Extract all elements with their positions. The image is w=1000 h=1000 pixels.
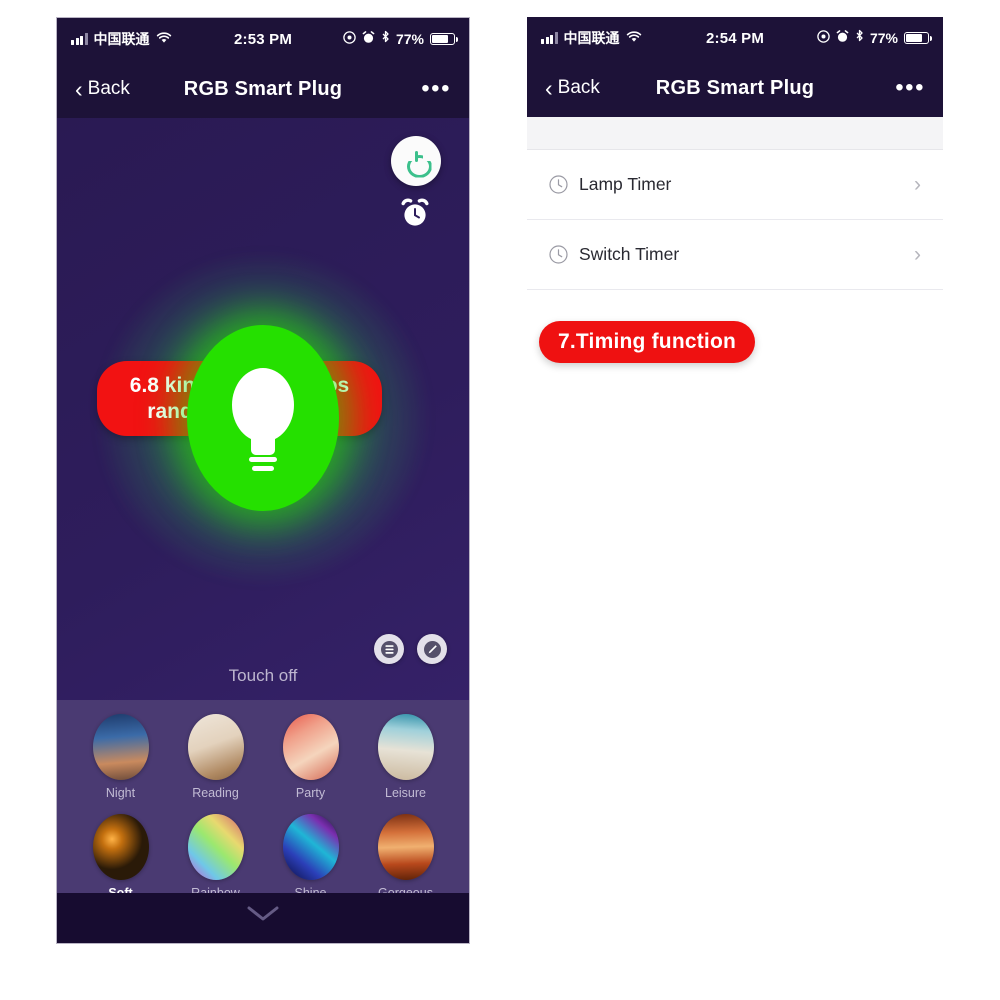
device-control-body: 6.8 kinds of scenarios randomly selected	[57, 118, 469, 943]
scene-thumbnail	[187, 714, 244, 780]
timer-list-body: Lamp Timer › Switch Timer › 7.Timing fun…	[527, 117, 943, 944]
scene-thumbnail	[377, 814, 434, 880]
scene-thumbnail	[282, 714, 339, 780]
scene-label: Party	[295, 786, 326, 800]
scene-thumbnail	[187, 814, 244, 880]
scene-item-soft[interactable]: Soft	[73, 814, 168, 900]
scene-row-1: Night Reading Party Leisure	[73, 714, 453, 800]
scene-thumbnail	[282, 814, 339, 880]
alarm-icon	[836, 29, 849, 47]
location-icon	[343, 30, 356, 48]
alarm-clock-icon	[401, 198, 429, 226]
alarm-icon	[362, 30, 375, 48]
more-options-button[interactable]: •••	[421, 76, 451, 101]
bulb-toggle-button[interactable]	[187, 325, 339, 511]
back-button[interactable]: ‹ Back	[75, 75, 130, 102]
edit-button[interactable]	[417, 634, 447, 664]
scene-item-leisure[interactable]: Leisure	[358, 714, 453, 800]
bluetooth-icon	[381, 30, 390, 48]
nav-bar-left: ‹ Back RGB Smart Plug •••	[57, 60, 469, 118]
back-button[interactable]: ‹ Back	[545, 74, 600, 101]
phone-screenshot-right: 中国联通 2:54 PM 77% ‹ Back RGB Smart Plug •…	[527, 17, 943, 944]
nav-bar-right: ‹ Back RGB Smart Plug •••	[527, 59, 943, 117]
scene-picker: Night Reading Party Leisure	[57, 700, 469, 900]
scene-item-party[interactable]: Party	[263, 714, 358, 800]
location-icon	[817, 29, 830, 47]
scene-item-shine[interactable]: Shine	[263, 814, 358, 900]
more-options-button[interactable]: •••	[895, 75, 925, 100]
list-item-switch-timer[interactable]: Switch Timer ›	[527, 220, 943, 290]
scene-thumbnail	[377, 714, 434, 780]
battery-icon	[904, 32, 933, 44]
scene-row-2: Soft Rainbow Shine Gorgeous	[73, 814, 453, 900]
chevron-down-icon	[247, 906, 279, 921]
list-button[interactable]	[374, 634, 404, 664]
alarm-clock-button[interactable]	[400, 196, 430, 228]
scene-label: Reading	[192, 786, 239, 800]
status-bar-right-group: 77%	[343, 30, 459, 48]
scene-item-gorgeous[interactable]: Gorgeous	[358, 814, 453, 900]
chevron-right-icon: ›	[914, 173, 921, 196]
chevron-right-icon: ›	[914, 243, 921, 266]
list-icon	[380, 640, 398, 658]
pencil-icon	[423, 640, 441, 658]
back-button-label: Back	[557, 77, 600, 98]
clock-icon	[549, 245, 568, 264]
phone-screenshot-left: 中国联通 2:53 PM 77% ‹ Back RGB Smart Plug •…	[56, 17, 470, 944]
power-toggle-button[interactable]	[391, 136, 441, 186]
chevron-left-icon: ‹	[75, 75, 83, 102]
scene-thumbnail	[92, 714, 149, 780]
bulb-state-label: Touch off	[228, 666, 298, 685]
mini-action-buttons	[374, 634, 447, 664]
status-bar-left: 中国联通 2:53 PM 77%	[57, 18, 469, 60]
collapse-bar[interactable]	[57, 893, 469, 943]
screenshot-stage: 中国联通 2:53 PM 77% ‹ Back RGB Smart Plug •…	[0, 0, 1000, 1000]
section-spacer	[527, 117, 943, 150]
back-button-label: Back	[87, 78, 130, 99]
scene-item-reading[interactable]: Reading	[168, 714, 263, 800]
status-bar-right-group: 77%	[817, 29, 933, 47]
light-bulb-icon	[232, 368, 294, 471]
bluetooth-icon	[855, 29, 864, 47]
scene-item-night[interactable]: Night	[73, 714, 168, 800]
status-bar-right: 中国联通 2:54 PM 77%	[527, 17, 943, 59]
scene-thumbnail	[92, 814, 149, 880]
callout-timing-function: 7.Timing function	[539, 321, 756, 363]
battery-percent-label: 77%	[395, 31, 424, 47]
clock-icon	[549, 175, 568, 194]
battery-percent-label: 77%	[869, 30, 898, 46]
power-icon	[406, 150, 427, 172]
scene-label: Night	[105, 786, 136, 800]
scene-label: Leisure	[385, 786, 426, 800]
battery-icon	[430, 33, 459, 45]
list-item-label: Lamp Timer	[579, 174, 672, 194]
scene-item-rainbow[interactable]: Rainbow	[168, 814, 263, 900]
list-item-label: Switch Timer	[579, 244, 680, 264]
chevron-left-icon: ‹	[545, 74, 553, 101]
list-item-lamp-timer[interactable]: Lamp Timer ›	[527, 150, 943, 220]
device-main-area: 6.8 kinds of scenarios randomly selected	[57, 118, 469, 700]
